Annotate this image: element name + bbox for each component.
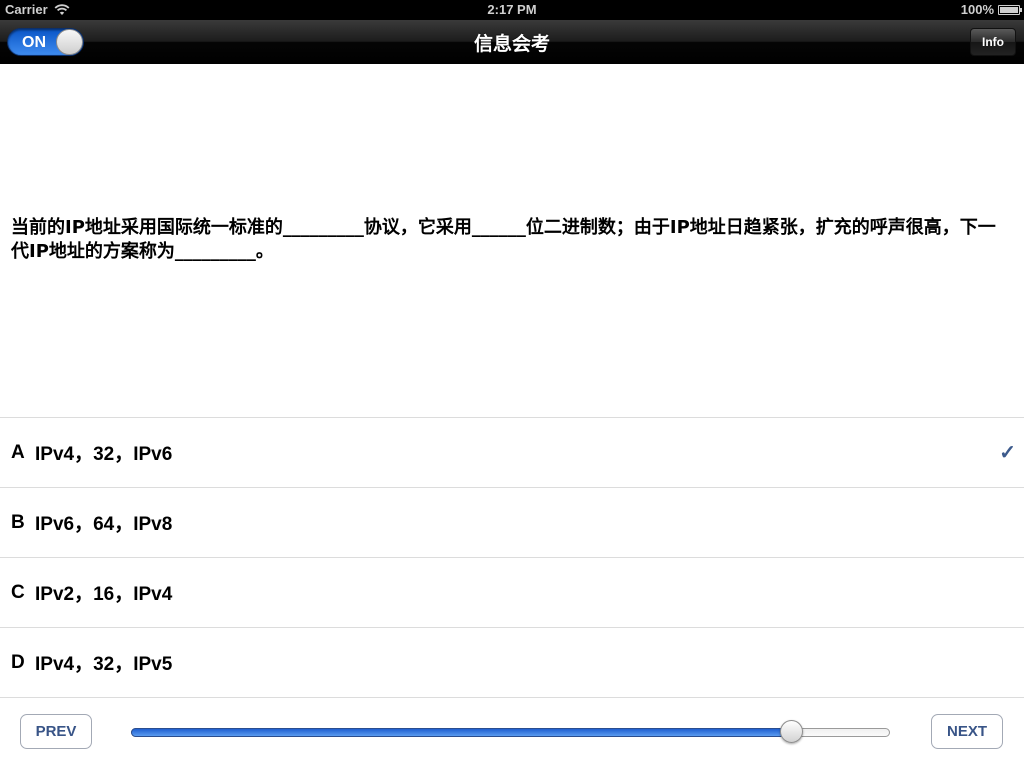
battery-percent: 100%: [960, 2, 994, 17]
bottom-toolbar: PREV NEXT: [0, 698, 1024, 768]
option-d[interactable]: D IPv4，32，IPv5: [0, 628, 1024, 698]
checkmark-icon: ✓: [999, 442, 1016, 464]
clock: 2:17 PM: [487, 2, 537, 17]
option-text: IPv4，32，IPv5: [35, 654, 173, 675]
question-text: 当前的IP地址采用国际统一标准的_________协议，它采用______位二进…: [11, 217, 996, 262]
prev-button[interactable]: PREV: [20, 714, 92, 749]
info-button[interactable]: Info: [970, 28, 1016, 56]
next-button[interactable]: NEXT: [931, 714, 1003, 749]
status-bar: Carrier 2:17 PM 100%: [0, 0, 1024, 20]
option-a[interactable]: A IPv4，32，IPv6 ✓: [0, 418, 1024, 488]
answer-options: A IPv4，32，IPv6 ✓ B IPv6，64，IPv8 C IPv2，1…: [0, 417, 1024, 698]
battery-icon: [998, 4, 1022, 15]
option-letter: C: [11, 581, 25, 603]
option-text: IPv2，16，IPv4: [35, 584, 173, 605]
option-text: IPv6，64，IPv8: [35, 514, 173, 535]
option-letter: A: [11, 441, 25, 463]
battery-level: [1000, 6, 1018, 13]
slider-fill: [131, 728, 792, 737]
status-right: 100%: [960, 2, 1022, 17]
navigation-bar: ON 信息会考 Info: [0, 20, 1024, 64]
option-c[interactable]: C IPv2，16，IPv4: [0, 558, 1024, 628]
option-letter: D: [11, 651, 25, 673]
page-title: 信息会考: [473, 33, 550, 55]
progress-slider[interactable]: [131, 720, 890, 743]
option-letter: B: [11, 511, 25, 533]
option-b[interactable]: B IPv6，64，IPv8: [0, 488, 1024, 558]
option-text: IPv4，32，IPv6: [35, 444, 173, 465]
slider-thumb[interactable]: [780, 720, 804, 743]
